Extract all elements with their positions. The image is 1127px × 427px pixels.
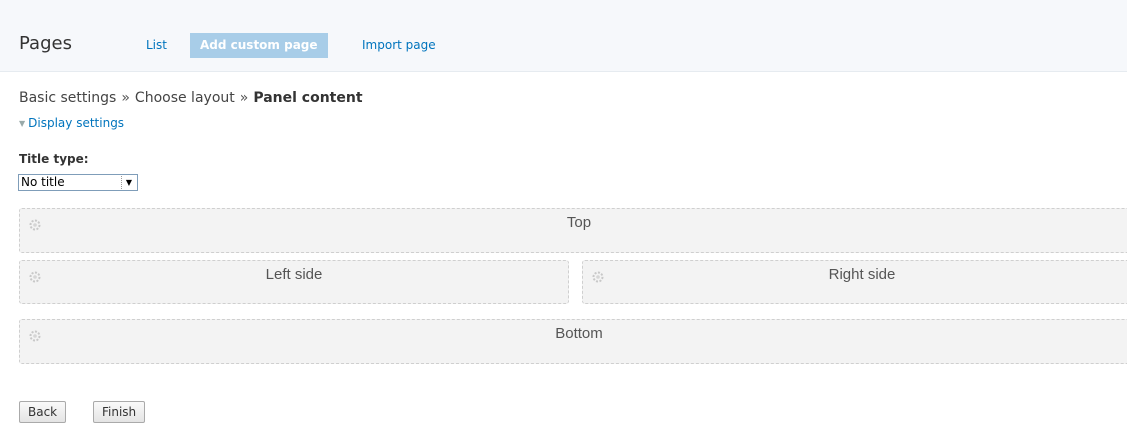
title-type-label: Title type: [19,152,89,166]
region-right-side: Right side [582,260,1127,304]
breadcrumb-step-panel-content: Panel content [253,90,363,106]
region-left-side-label: Left side [265,266,323,283]
page-header: Pages List Add custom page Import page [0,0,1127,72]
breadcrumb-step-choose-layout: Choose layout [134,90,235,106]
title-type-select[interactable]: No title ▼ [18,174,138,191]
breadcrumb: Basic settings» Choose layout» Panel conte… [19,90,363,106]
collapse-triangle-icon: ▼ [19,119,26,128]
back-button[interactable]: Back [19,401,67,423]
region-top: Top [19,208,1127,253]
region-bottom: Bottom [19,319,1127,364]
breadcrumb-step-basic-settings: Basic settings [19,90,117,106]
region-left-side: Left side [19,260,569,304]
chevron-down-icon[interactable]: ▼ [121,176,136,189]
tab-add-custom-page[interactable]: Add custom page [190,33,328,58]
display-settings-label: Display settings [28,116,125,130]
tab-import-page[interactable]: Import page [352,33,446,58]
tab-list[interactable]: List [136,33,177,58]
region-right-side-label: Right side [828,266,896,283]
breadcrumb-separator: » [239,90,249,106]
region-top-label: Top [566,214,592,231]
page-title: Pages [19,33,72,54]
display-settings-toggle[interactable]: ▼ Display settings [19,116,124,130]
breadcrumb-separator: » [121,90,130,106]
finish-button[interactable]: Finish [93,401,146,423]
region-bottom-label: Bottom [555,325,603,342]
title-type-selected-value: No title [21,175,65,189]
